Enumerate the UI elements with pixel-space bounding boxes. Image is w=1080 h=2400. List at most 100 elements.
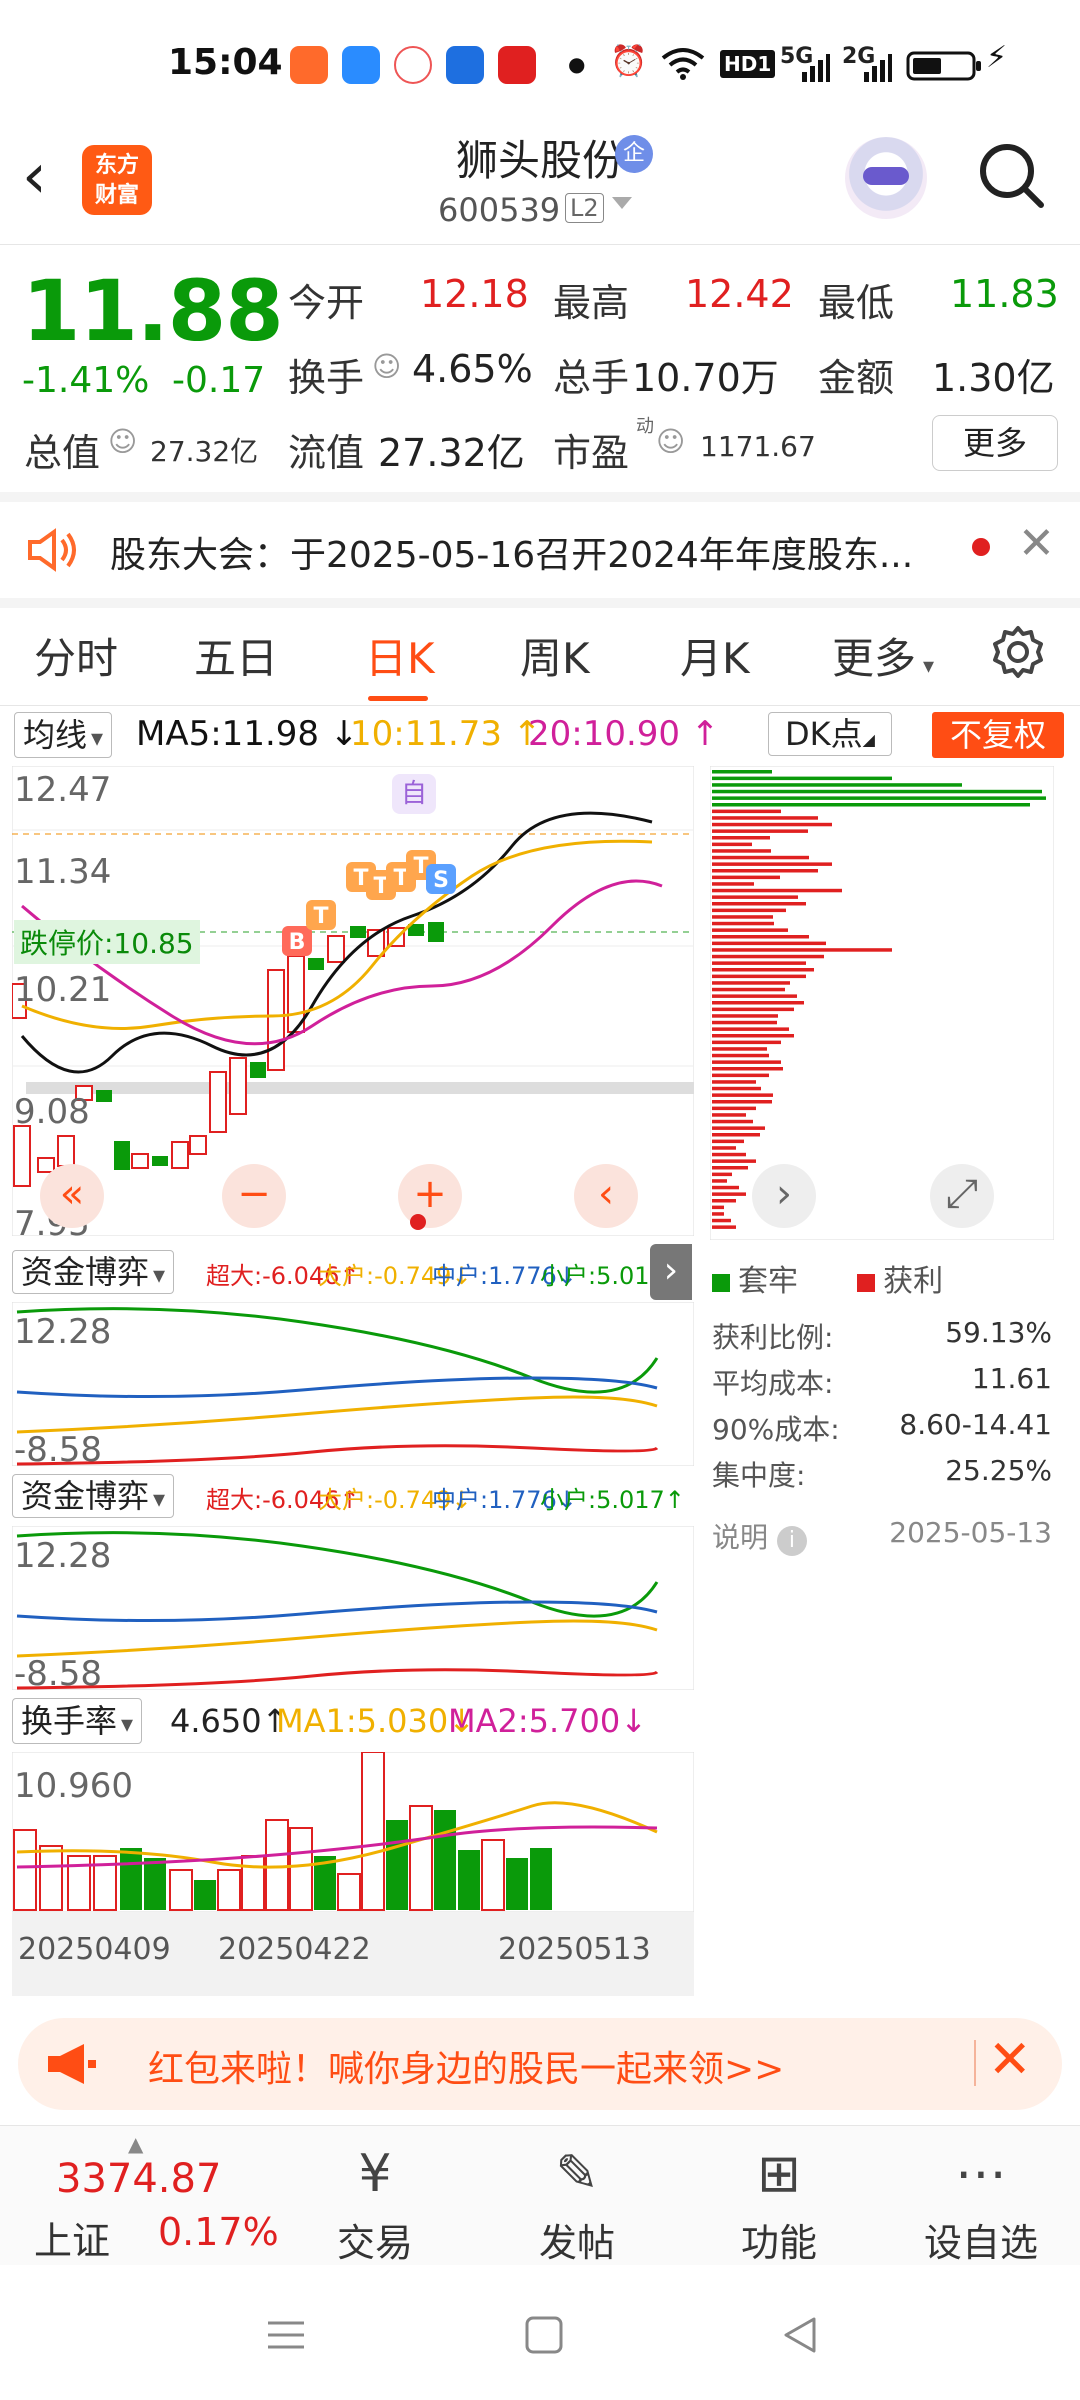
turnover-bar bbox=[481, 1839, 505, 1911]
chip-bar bbox=[712, 822, 832, 827]
close-icon[interactable]: ✕ bbox=[1018, 518, 1055, 569]
status-bar: 15:04 ● ⏰ HD1 5G 2G ⚡ bbox=[0, 0, 1080, 125]
nav-trade[interactable]: ¥ 交易 bbox=[300, 2144, 450, 2267]
tab-weekly-k[interactable]: 周K bbox=[520, 625, 590, 686]
previous-button[interactable]: ‹ bbox=[574, 1164, 638, 1228]
chip-bar bbox=[712, 796, 1046, 800]
dk-point-button[interactable]: DK点◢ bbox=[768, 712, 892, 756]
speaker-icon bbox=[28, 528, 76, 572]
nav-functions[interactable]: ⊞ 功能 bbox=[704, 2144, 854, 2267]
chevron-down-icon[interactable] bbox=[612, 197, 632, 209]
chip-bar bbox=[712, 1172, 732, 1177]
indicator-select-turnover[interactable]: 换手率 bbox=[12, 1698, 143, 1744]
pe-dynamic-sup: 动 bbox=[636, 416, 654, 437]
profit-legend-label: 获利 bbox=[883, 1264, 944, 1299]
nav-post[interactable]: ✎ 发帖 bbox=[502, 2144, 652, 2267]
info-icon[interactable]: ☺ bbox=[656, 425, 685, 458]
chip-bar bbox=[712, 783, 962, 787]
turnover-bar bbox=[241, 1855, 265, 1911]
yen-circle-icon: ¥ bbox=[358, 2144, 392, 2204]
trade-signal-label: S bbox=[433, 868, 449, 893]
kline-chart[interactable]: BTT T T TS bbox=[12, 766, 694, 1236]
pe-value: 1171.67 bbox=[700, 430, 816, 463]
indicator-select-fund-flow-2[interactable]: 资金博弈 bbox=[12, 1474, 175, 1518]
search-icon[interactable] bbox=[975, 139, 1047, 211]
indicator-label: 换手率 bbox=[21, 1702, 118, 1740]
chip-bar bbox=[712, 1225, 736, 1229]
chip-bar bbox=[712, 875, 780, 880]
turnover-rate-value: 4.650↑ bbox=[170, 1702, 289, 1740]
turnover-bar bbox=[13, 1829, 37, 1911]
tab-more[interactable]: 更多 ▾ bbox=[832, 625, 934, 686]
chip-bar bbox=[712, 829, 808, 833]
chip-bar bbox=[712, 895, 798, 899]
chip-bar bbox=[712, 816, 818, 820]
trapped-legend-label: 套牢 bbox=[738, 1264, 798, 1299]
expand-panel-icon[interactable]: › bbox=[650, 1244, 692, 1300]
gear-icon[interactable] bbox=[990, 624, 1046, 680]
level2-badge: L2 bbox=[565, 193, 604, 223]
low-value: 11.83 bbox=[950, 272, 1059, 316]
expand-icon[interactable]: ⤢ bbox=[930, 1164, 994, 1228]
app-notification-icon bbox=[498, 46, 536, 84]
candlestick bbox=[189, 1135, 207, 1155]
info-icon[interactable]: ☺ bbox=[108, 425, 137, 458]
y-axis-label: 11.34 bbox=[14, 852, 112, 892]
y-axis-label: 9.08 bbox=[14, 1092, 90, 1132]
info-icon[interactable]: ☺ bbox=[372, 350, 401, 383]
chip-bar bbox=[712, 1027, 789, 1031]
index-value[interactable]: 3374.87 bbox=[56, 2156, 221, 2202]
tab-monthly-k[interactable]: 月K bbox=[680, 625, 750, 686]
chip-bar bbox=[712, 1205, 724, 1210]
more-quote-button[interactable]: 更多 bbox=[932, 415, 1058, 471]
dots-icon: ⋯ bbox=[955, 2144, 1007, 2204]
notice-bar[interactable]: 股东大会：于2025-05-16召开2024年年度股东... ✕ bbox=[0, 502, 1080, 598]
home-icon[interactable] bbox=[524, 2315, 564, 2355]
candlestick bbox=[209, 1071, 227, 1133]
index-name[interactable]: 上证 bbox=[34, 2210, 110, 2265]
high-label: 最高 bbox=[553, 281, 630, 325]
turnover-label: 换手 bbox=[288, 356, 365, 400]
adjust-type-button[interactable]: 不复权 bbox=[932, 712, 1064, 758]
chip-note-link[interactable]: 说明 i bbox=[712, 1516, 807, 1556]
indicator-select-ma[interactable]: 均线 bbox=[14, 712, 113, 758]
assistant-robot-icon[interactable] bbox=[845, 137, 927, 219]
chip-bar bbox=[712, 1053, 769, 1058]
turnover-bar bbox=[386, 1820, 408, 1910]
tab-daily-k[interactable]: 日K bbox=[365, 625, 435, 686]
indicator-select-fund-flow[interactable]: 资金博弈 bbox=[12, 1250, 175, 1294]
index-change[interactable]: 0.17% bbox=[158, 2210, 279, 2254]
close-icon[interactable]: ✕ bbox=[988, 2030, 1032, 2090]
tab-intraday[interactable]: 分时 bbox=[34, 625, 118, 686]
indicator-label: 均线 bbox=[23, 716, 88, 754]
candlestick bbox=[428, 922, 444, 942]
menu-icon[interactable] bbox=[266, 2317, 306, 2353]
zoom-out-range-button[interactable]: « bbox=[40, 1164, 104, 1228]
promo-banner[interactable]: 红包来啦！喊你身边的股民一起来领>> ✕ bbox=[18, 2018, 1062, 2110]
open-value: 12.18 bbox=[420, 272, 529, 316]
limit-down-price: 跌停价:10.85 bbox=[14, 920, 200, 964]
next-icon[interactable]: › bbox=[752, 1164, 816, 1228]
candlestick bbox=[171, 1141, 189, 1169]
back-nav-icon[interactable] bbox=[780, 2315, 820, 2355]
volume-label: 总手 bbox=[553, 356, 630, 400]
chip-bar bbox=[712, 789, 1042, 794]
float-mv-label: 流值 bbox=[288, 431, 365, 475]
chip-bar bbox=[712, 1060, 781, 1064]
chip-bar bbox=[712, 908, 786, 913]
tab-five-day[interactable]: 五日 bbox=[194, 625, 278, 686]
chevron-up-icon[interactable]: ▲ bbox=[128, 2132, 143, 2156]
stock-code: 600539 bbox=[438, 191, 561, 229]
zoom-in-button[interactable]: + bbox=[398, 1164, 462, 1228]
chip-bar bbox=[712, 1034, 794, 1038]
y-axis-label: 10.21 bbox=[14, 970, 112, 1010]
chip-bar bbox=[712, 869, 818, 873]
zoom-out-button[interactable]: − bbox=[222, 1164, 286, 1228]
chip-bar bbox=[712, 882, 754, 886]
chip-bar bbox=[712, 1086, 761, 1091]
chip-bar bbox=[712, 994, 797, 998]
chip-bar bbox=[712, 1185, 739, 1190]
nav-add-watchlist[interactable]: ⋯ 设自选 bbox=[906, 2144, 1056, 2267]
candlestick bbox=[114, 1141, 130, 1170]
charging-icon: ⚡ bbox=[986, 40, 1008, 75]
